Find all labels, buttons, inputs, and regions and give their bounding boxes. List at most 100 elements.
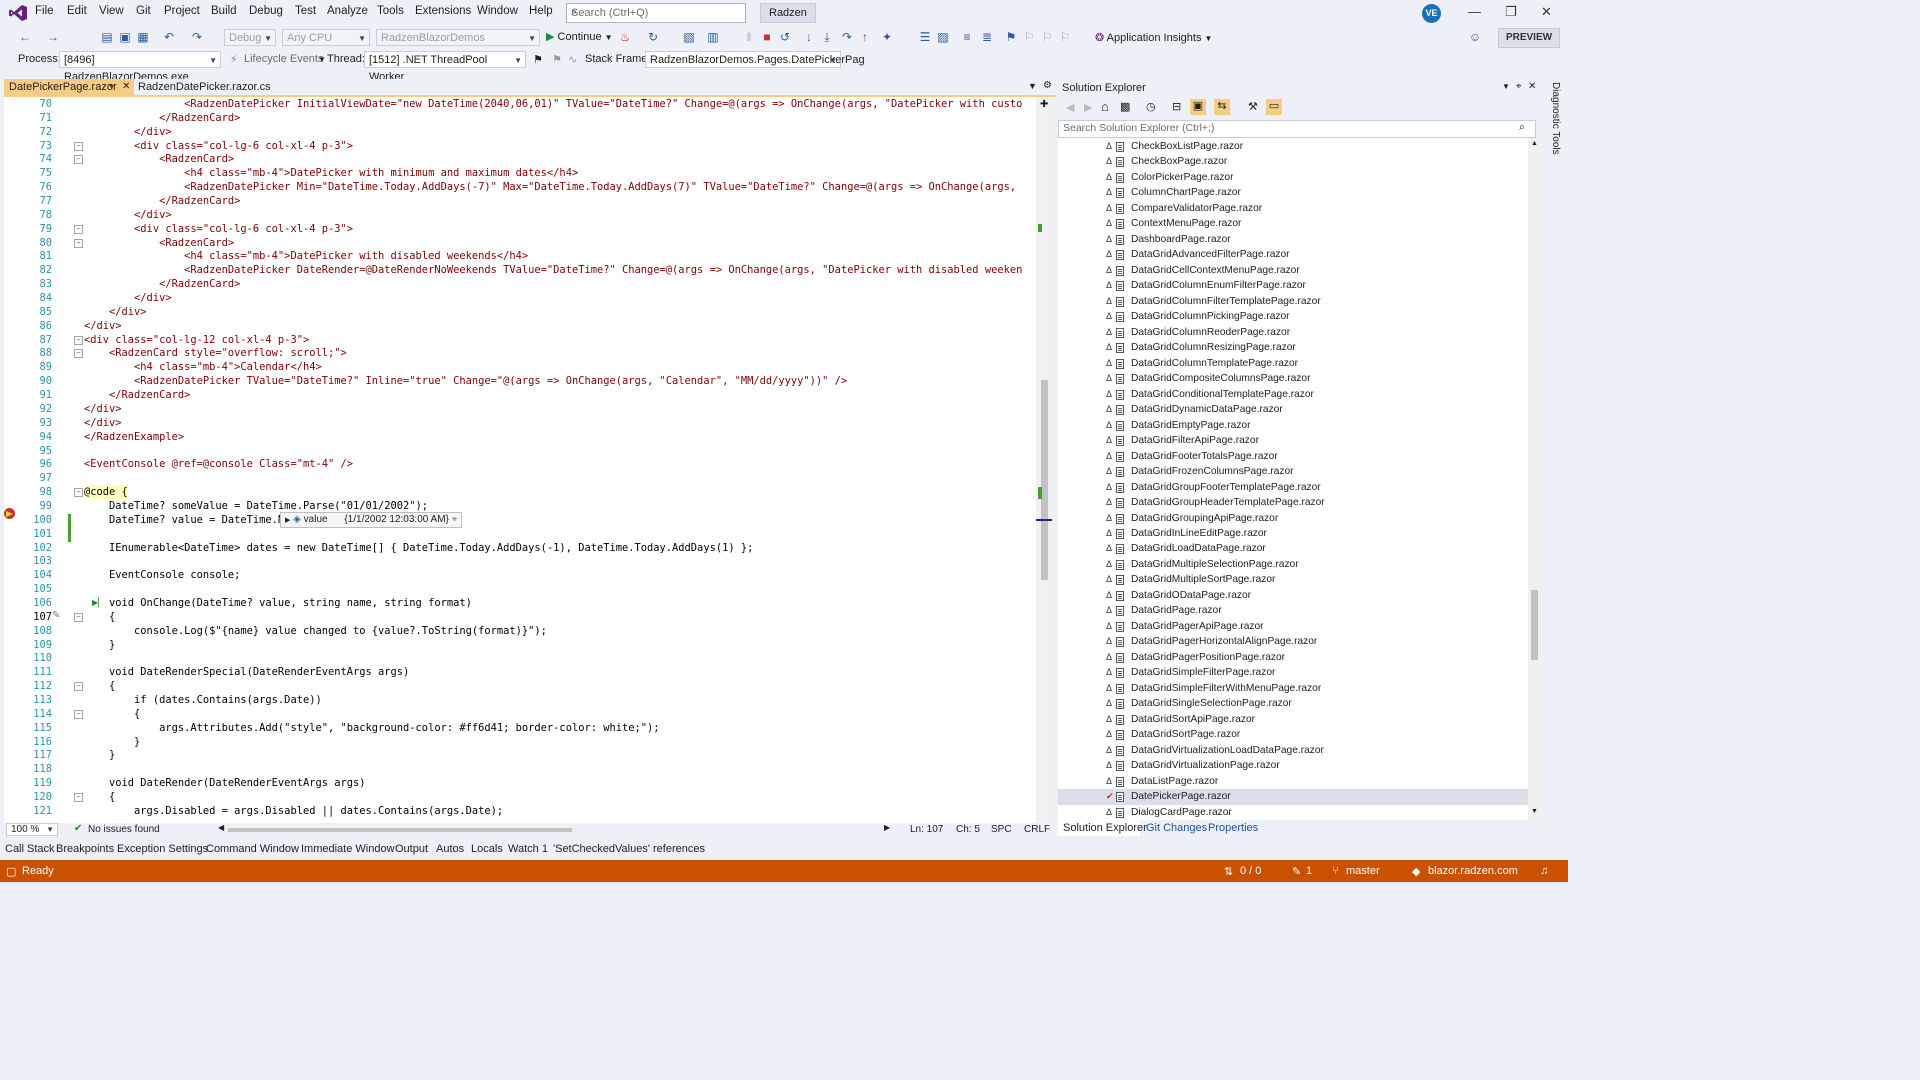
thread-dropdown[interactable]: [1512] .NET ThreadPool Worker ▼ [364,51,526,83]
tree-item[interactable]: Δ DataGridEmptyPage.razor [1058,418,1528,434]
tree-item[interactable]: Δ DataGridCompositeColumnsPage.razor [1058,371,1528,387]
tree-item[interactable]: Δ DataGridColumnResizingPage.razor [1058,340,1528,356]
show-threads-icon[interactable]: ∿ [568,53,577,66]
tab-git-changes[interactable]: Git Changes [1146,822,1207,834]
tree-item[interactable]: Δ DataGridFooterTotalsPage.razor [1058,449,1528,465]
tree-item[interactable]: Δ DataGridColumnPickingPage.razor [1058,309,1528,325]
lifecycle-dropdown-icon[interactable]: ▼ [318,55,326,64]
code-line[interactable]: 78 </div> [4,208,1044,222]
editor-scroll-thumb[interactable] [1041,380,1048,580]
fold-toggle-icon[interactable]: − [74,349,83,359]
scroll-left-icon[interactable]: ◀ [218,823,224,832]
tree-item[interactable]: Δ DataGridSortPage.razor [1058,727,1528,743]
tab-overflow-icon[interactable]: ▼ [1028,81,1037,91]
tree-item[interactable]: Δ DataGridSortApiPage.razor [1058,712,1528,728]
code-line[interactable]: 115 args.Attributes.Add("style", "backgr… [4,721,1044,735]
pin-datatip-icon[interactable]: ⌖ [452,514,458,525]
tool-tab[interactable]: Call Stack [5,843,55,855]
code-line[interactable]: 113 if (dates.Contains(args.Date)) [4,693,1044,707]
scroll-right-icon[interactable]: ▶ [884,823,890,832]
save-icon[interactable]: ▣ [118,30,132,44]
tree-item[interactable]: Δ DataGridSingleSelectionPage.razor [1058,696,1528,712]
tree-item[interactable]: Δ CompareValidatorPage.razor [1058,201,1528,217]
code-line[interactable]: 85 </div> [4,305,1044,319]
tree-item[interactable]: Δ DataGridSimpleFilterPage.razor [1058,665,1528,681]
tab-radzendatepicker-razor-cs[interactable]: RadzenDatePicker.razor.cs [138,81,271,93]
menu-analyze[interactable]: Analyze [327,5,368,17]
code-line[interactable]: 109 } [4,638,1044,652]
menu-file[interactable]: File [35,5,54,17]
code-line[interactable]: 102 IEnumerable<DateTime> dates = new Da… [4,541,1044,555]
tree-item[interactable]: Δ DataGridDynamicDataPage.razor [1058,402,1528,418]
prev-bookmark-icon[interactable]: ⚐ [1022,30,1036,44]
code-line[interactable]: 108 console.Log($"{name} value changed t… [4,624,1044,638]
code-line[interactable]: 76 <RadzenDatePicker Min="DateTime.Today… [4,180,1044,194]
continue-button[interactable]: ▶ Continue ▼ [546,30,613,43]
tree-item[interactable]: Δ DataGridGroupingApiPage.razor [1058,511,1528,527]
show-next-statement-icon[interactable]: ↓ [802,30,816,44]
tool-tab[interactable]: Breakpoints [56,843,114,855]
forward-icon[interactable]: → [46,30,60,44]
tree-item[interactable]: Δ DataGridFilterApiPage.razor [1058,433,1528,449]
scroll-up-icon[interactable]: ▲ [1531,140,1538,147]
code-editor[interactable]: 70 <RadzenDatePicker InitialViewDate="ne… [4,97,1052,823]
tree-item[interactable]: Δ DataGridColumnEnumFilterPage.razor [1058,278,1528,294]
tree-item[interactable]: Δ DataGridColumnTemplatePage.razor [1058,356,1528,372]
switch-views-icon[interactable]: ▩ [1120,100,1130,113]
repo-name[interactable]: blazor.radzen.com [1428,865,1518,877]
run-to-click-icon[interactable]: ▶▏ [92,598,104,607]
tree-item[interactable]: Δ ContextMenuPage.razor [1058,216,1528,232]
comment-icon[interactable]: ≡ [960,30,974,44]
avatar[interactable]: VE [1422,4,1441,23]
tree-item[interactable]: Δ DataGridPagerPositionPage.razor [1058,650,1528,666]
tool-tab[interactable]: Output [395,843,428,855]
tree-item[interactable]: Δ DataGridLoadDataPage.razor [1058,541,1528,557]
tree-item[interactable]: Δ DataGridODataPage.razor [1058,588,1528,604]
code-line[interactable]: 88 − <RadzenCard style="overflow: scroll;… [4,346,1044,360]
code-line[interactable]: 70 <RadzenDatePicker InitialViewDate="ne… [4,97,1044,111]
tree-item[interactable]: Δ DataGridConditionalTemplatePage.razor [1058,387,1528,403]
fold-toggle-icon[interactable]: − [74,682,83,692]
code-line[interactable]: 120 − { [4,790,1044,804]
minimize-icon[interactable]: — [1468,4,1481,19]
code-line[interactable]: 99 DateTime? someValue = DateTime.Parse(… [4,499,1044,513]
code-line[interactable]: 79 − <div class="col-lg-6 col-xl-4 p-3"> [4,222,1044,236]
tree-item[interactable]: Δ DataGridFrozenColumnsPage.razor [1058,464,1528,480]
code-line[interactable]: 73 − <div class="col-lg-6 col-xl-4 p-3"> [4,139,1044,153]
process-dropdown[interactable]: [8496] RadzenBlazorDemos.exe ▼ [59,51,221,83]
lifecycle-events-button[interactable]: Lifecycle Events [244,53,323,65]
application-insights-button[interactable]: ❂ Application Insights ▼ [1095,31,1212,44]
fold-toggle-icon[interactable]: − [74,238,83,248]
tab-close-icon[interactable]: ✕ [122,81,130,92]
pending-changes-count[interactable]: 1 [1306,865,1312,877]
code-line[interactable]: 93 </div> [4,416,1044,430]
preview-button[interactable]: PREVIEW [1498,28,1560,48]
tab-datepickerpage-razor[interactable]: DatePickerPage.razor ⌖ ✕ [4,79,134,95]
tree-item[interactable]: Δ DashboardPage.razor [1058,232,1528,248]
menu-tools[interactable]: Tools [377,5,404,17]
code-line[interactable]: 111 void DateRenderSpecial(DateRenderEve… [4,665,1044,679]
push-pull-count[interactable]: 0 / 0 [1240,865,1261,877]
code-line[interactable]: 83 </RadzenCard> [4,277,1044,291]
zoom-dropdown[interactable]: 100 % ▼ [6,823,58,836]
solution-explorer-scrollbar[interactable] [1528,138,1542,820]
clear-bookmarks-icon[interactable]: ⚐ [1058,30,1072,44]
whitespace-indicator[interactable]: SPC [991,824,1012,835]
tree-item[interactable]: Δ DataGridColumnReoderPage.razor [1058,325,1528,341]
tree-item[interactable]: Δ DataGridGroupFooterTemplatePage.razor [1058,480,1528,496]
tree-item[interactable]: Δ CheckBoxListPage.razor [1058,139,1528,155]
flag-thread-icon[interactable]: ⚑ [533,53,543,66]
platform-dropdown[interactable]: Any CPU ▼ [282,29,370,46]
issues-status[interactable]: No issues found [88,824,160,835]
code-line[interactable]: 116 } [4,735,1044,749]
layout-icon[interactable]: ▥ [706,30,720,44]
new-project-icon[interactable]: ▤ [100,30,114,44]
code-line[interactable]: 105 [4,582,1044,596]
menu-help[interactable]: Help [529,5,553,17]
tree-item[interactable]: Δ DataGridMultipleSelectionPage.razor [1058,557,1528,573]
tree-item[interactable]: Δ DataGridPage.razor [1058,603,1528,619]
quick-actions-icon[interactable]: ✎ [52,610,60,621]
tree-item[interactable]: Δ DialogCardPage.razor [1058,805,1528,820]
tab-solution-explorer[interactable]: Solution Explorer [1063,822,1147,834]
redo-icon[interactable]: ↷ [190,30,204,44]
